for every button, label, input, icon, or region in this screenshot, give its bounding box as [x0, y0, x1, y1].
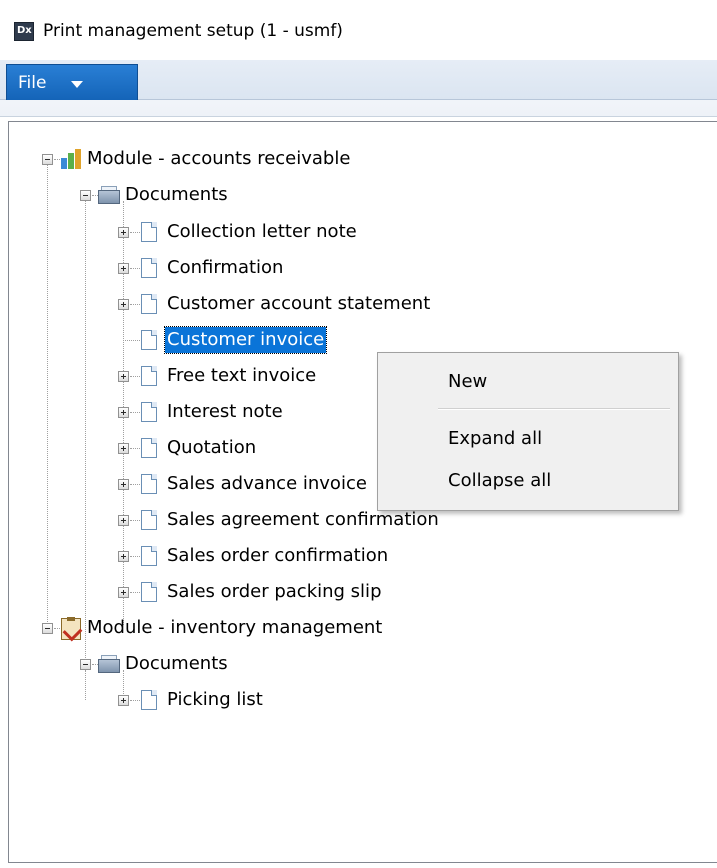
expand-toggle[interactable]	[118, 695, 129, 706]
expand-toggle[interactable]	[118, 515, 129, 526]
menu-item-label: New	[448, 371, 488, 392]
collapse-toggle[interactable]	[42, 154, 53, 165]
document-icon	[141, 222, 157, 242]
tree-node-label: Confirmation	[167, 257, 284, 278]
tree-connector	[54, 628, 60, 629]
tree-node-label: Free text invoice	[167, 365, 317, 386]
folder-icon	[98, 185, 120, 205]
collapse-toggle[interactable]	[80, 190, 91, 201]
tree-node-label: Module - accounts receivable	[87, 148, 351, 169]
menu-separator	[438, 408, 670, 410]
expand-toggle[interactable]	[118, 299, 129, 310]
document-icon	[141, 294, 157, 314]
document-icon	[141, 582, 157, 602]
expand-toggle[interactable]	[118, 263, 129, 274]
document-icon	[141, 366, 157, 386]
context-menu: New Expand all Collapse all	[377, 352, 679, 511]
tree-connector	[130, 592, 140, 593]
file-menu-label: File	[18, 73, 47, 93]
tree-node-label: Interest note	[167, 401, 283, 422]
menu-item-label: Collapse all	[448, 470, 552, 491]
module-clipboard-icon	[61, 617, 83, 642]
tree-node-label: Documents	[125, 184, 228, 205]
document-icon	[141, 330, 157, 350]
file-menu-button[interactable]: File	[6, 64, 138, 100]
window-title: Print management setup (1 - usmf)	[43, 21, 343, 41]
tree-node-label: Picking list	[167, 689, 263, 710]
tree-connector	[85, 201, 86, 662]
tree-node-label: Customer account statement	[167, 293, 431, 314]
tree-node-label: Module - inventory management	[87, 617, 383, 638]
menu-item-collapse-all[interactable]: Collapse all	[380, 464, 676, 498]
tree-connector	[130, 700, 140, 701]
tree-connector	[130, 304, 140, 305]
module-chart-icon	[60, 148, 82, 170]
expand-toggle[interactable]	[118, 443, 129, 454]
menu-item-new[interactable]: New	[380, 365, 676, 399]
title-bar: Dx Print management setup (1 - usmf)	[0, 0, 717, 60]
expand-toggle[interactable]	[118, 407, 129, 418]
folder-icon	[98, 654, 120, 674]
tree-connector	[85, 670, 86, 700]
expand-toggle[interactable]	[118, 227, 129, 238]
tree-connector	[130, 484, 140, 485]
menu-item-label: Expand all	[448, 428, 543, 449]
tree-connector	[130, 412, 140, 413]
tree-connector	[130, 520, 140, 521]
tree-connector	[47, 165, 48, 628]
expand-toggle[interactable]	[118, 479, 129, 490]
menu-item-expand-all[interactable]: Expand all	[380, 422, 676, 456]
expand-toggle[interactable]	[118, 371, 129, 382]
tree-connector	[130, 556, 140, 557]
tree-connector	[123, 340, 140, 341]
collapse-toggle[interactable]	[42, 623, 53, 634]
tree-node-label: Sales order packing slip	[167, 581, 382, 602]
document-icon	[141, 402, 157, 422]
tree-connector	[130, 268, 140, 269]
document-icon	[141, 258, 157, 278]
document-icon	[141, 510, 157, 530]
expand-toggle[interactable]	[118, 587, 129, 598]
tree-node-label: Documents	[125, 653, 228, 674]
document-icon	[141, 474, 157, 494]
tree-connector	[130, 232, 140, 233]
tree-connector	[130, 448, 140, 449]
tree-node-label: Sales order confirmation	[167, 545, 389, 566]
tree-node-label: Collection letter note	[167, 221, 357, 242]
tree-node-label: Quotation	[167, 437, 257, 458]
document-icon	[141, 690, 157, 710]
tree-connector	[130, 376, 140, 377]
ribbon: File	[0, 60, 717, 117]
document-icon	[141, 546, 157, 566]
collapse-toggle[interactable]	[80, 659, 91, 670]
chevron-down-icon	[71, 81, 83, 88]
tree-node-label: Customer invoice	[163, 326, 328, 354]
expand-toggle[interactable]	[118, 551, 129, 562]
app-logo-icon: Dx	[14, 22, 34, 41]
document-icon	[141, 438, 157, 458]
tree-node-label: Sales advance invoice	[167, 473, 367, 494]
